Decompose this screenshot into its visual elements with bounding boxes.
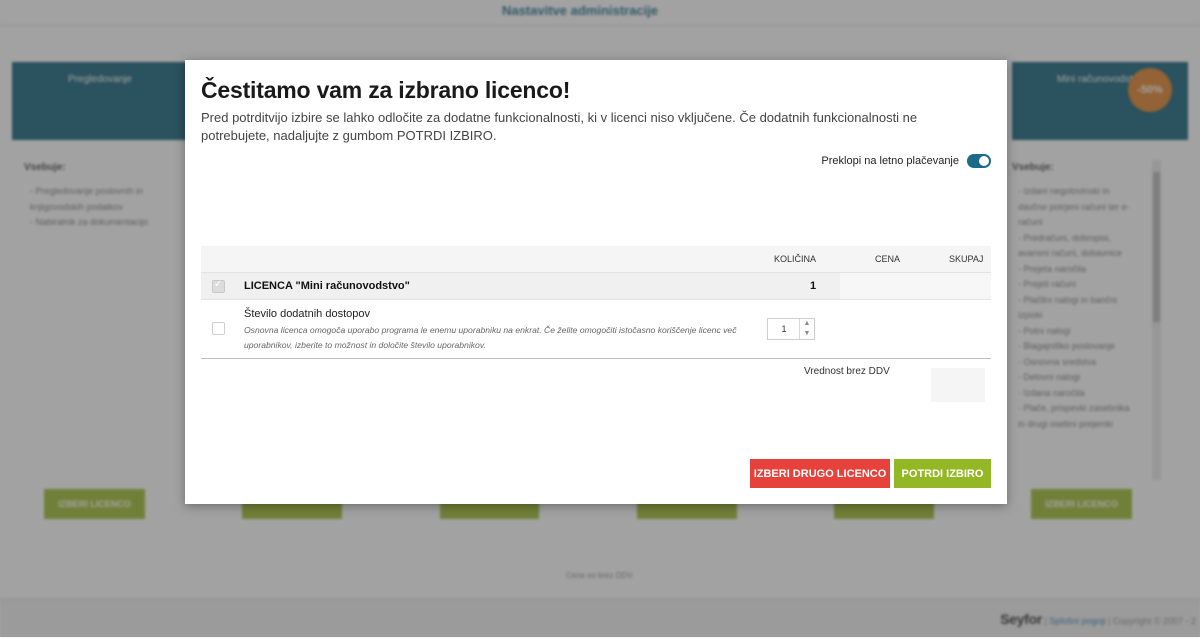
modal-description: Pred potrditvijo izbire se lahko odločit…: [201, 110, 918, 143]
choose-other-license-button[interactable]: IZBERI DRUGO LICENCO: [750, 459, 890, 488]
confirm-selection-button[interactable]: POTRDI IZBIRO: [894, 459, 991, 488]
license-checkbox[interactable]: [212, 279, 225, 293]
additional-access-checkbox[interactable]: [212, 322, 225, 335]
stepper-value[interactable]: 1: [768, 319, 800, 339]
chevron-down-icon[interactable]: ▼: [800, 329, 814, 339]
header-quantity: KOLIČINA: [774, 254, 817, 264]
license-table: KOLIČINA CENA SKUPAJ LICENCA "Mini račun…: [201, 246, 991, 359]
additional-access-label: Število dodatnih dostopov: [244, 308, 370, 320]
yearly-billing-label: Preklopi na letno plačevanje: [821, 155, 959, 167]
additional-access-description: Osnovna licenca omogoča uporabo programa…: [244, 325, 737, 350]
yearly-billing-toggle[interactable]: [967, 154, 991, 168]
toggle-knob: [979, 156, 989, 166]
table-header: KOLIČINA CENA SKUPAJ: [201, 246, 991, 273]
license-confirmation-modal: Čestitamo vam za izbrano licenco! Pred p…: [185, 60, 1007, 504]
header-price: CENA: [875, 254, 901, 264]
license-quantity: 1: [810, 280, 817, 292]
table-row-additional-access: Število dodatnih dostopov Osnovna licenc…: [201, 300, 991, 359]
access-quantity-stepper[interactable]: 1 ▲ ▼: [767, 318, 815, 340]
yearly-billing-toggle-row: Preklopi na letno plačevanje: [821, 154, 991, 168]
stepper-buttons: ▲ ▼: [799, 319, 814, 339]
license-label: LICENCA "Mini računovodstvo": [244, 280, 410, 292]
table-row-license: LICENCA "Mini računovodstvo" 1: [201, 273, 991, 300]
modal-title: Čestitamo vam za izbrano licenco!: [201, 77, 571, 103]
total-without-vat-label: Vrednost brez DDV: [804, 366, 890, 377]
license-price-cell: [840, 273, 991, 299]
header-total: SKUPAJ: [949, 254, 984, 264]
total-without-vat-value: [931, 368, 985, 402]
chevron-up-icon[interactable]: ▲: [800, 319, 814, 329]
